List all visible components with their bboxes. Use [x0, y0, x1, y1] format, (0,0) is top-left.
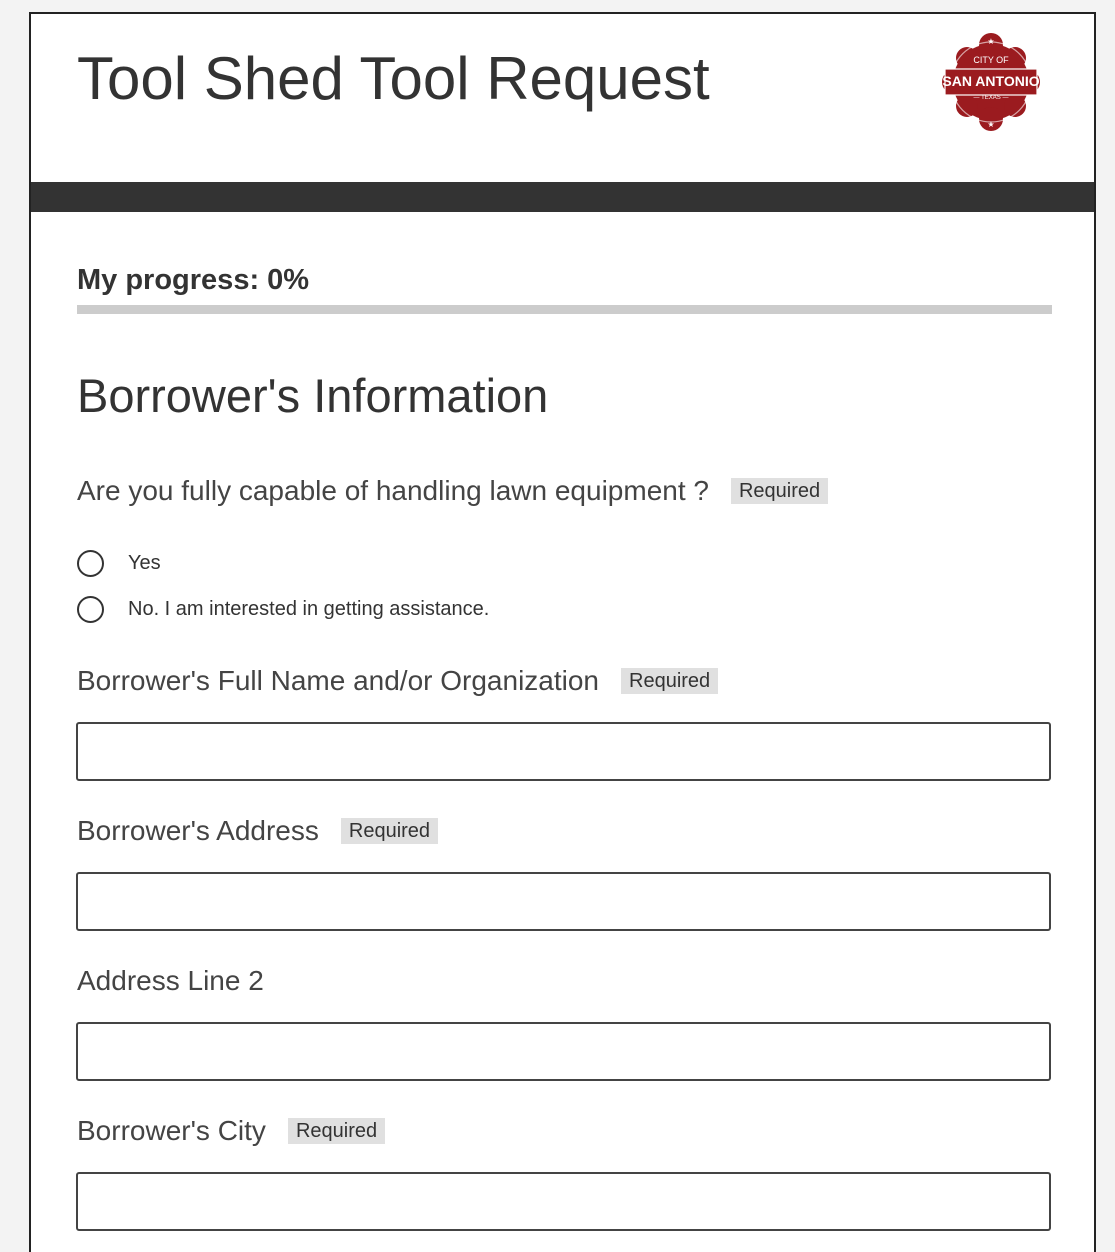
logo-main-text: SAN ANTONIO [942, 73, 1040, 89]
radio-option-yes[interactable]: Yes [77, 550, 161, 577]
progress-label: My progress: 0% [77, 264, 310, 296]
city-label: Borrower's City [77, 1115, 266, 1146]
address-label: Borrower's Address [77, 815, 319, 846]
address-question: Borrower's Address Required [77, 815, 439, 847]
full-name-input[interactable] [76, 722, 1051, 781]
full-name-question: Borrower's Full Name and/or Organization… [77, 665, 719, 697]
svg-text:★: ★ [987, 37, 994, 46]
address-line2-input[interactable] [76, 1022, 1051, 1081]
progress-bar [77, 305, 1052, 314]
header-band [31, 182, 1094, 212]
page-title: Tool Shed Tool Request [77, 45, 710, 112]
city-question: Borrower's City Required [77, 1115, 386, 1147]
address-line2-question: Address Line 2 [77, 965, 264, 997]
form-card: Tool Shed Tool Request ★ ★ CITY OF SAN A… [29, 12, 1096, 1252]
city-input[interactable] [76, 1172, 1051, 1231]
section-title: Borrower's Information [77, 369, 549, 422]
logo-top-text: CITY OF [973, 55, 1009, 65]
radio-option-label: No. I am interested in getting assistanc… [128, 598, 490, 620]
radio-option-label: Yes [128, 552, 161, 574]
required-badge: Required [340, 818, 439, 844]
lawn-capability-question: Are you fully capable of handling lawn e… [77, 475, 829, 507]
address-line2-label: Address Line 2 [77, 965, 264, 996]
full-name-label: Borrower's Full Name and/or Organization [77, 665, 600, 696]
svg-text:★: ★ [987, 120, 994, 129]
radio-option-no-assistance[interactable]: No. I am interested in getting assistanc… [77, 596, 489, 623]
radio-button-icon[interactable] [77, 550, 104, 577]
logo-bottom-text: — TEXAS — [973, 95, 1009, 101]
required-badge: Required [621, 668, 719, 694]
form-header: Tool Shed Tool Request ★ ★ CITY OF SAN A… [31, 14, 1094, 182]
required-badge: Required [287, 1118, 386, 1144]
required-badge: Required [730, 478, 829, 504]
radio-button-icon[interactable] [77, 596, 104, 623]
address-input[interactable] [76, 872, 1051, 931]
city-logo: ★ ★ CITY OF SAN ANTONIO — TEXAS — [939, 30, 1043, 134]
lawn-capability-label: Are you fully capable of handling lawn e… [77, 475, 709, 506]
